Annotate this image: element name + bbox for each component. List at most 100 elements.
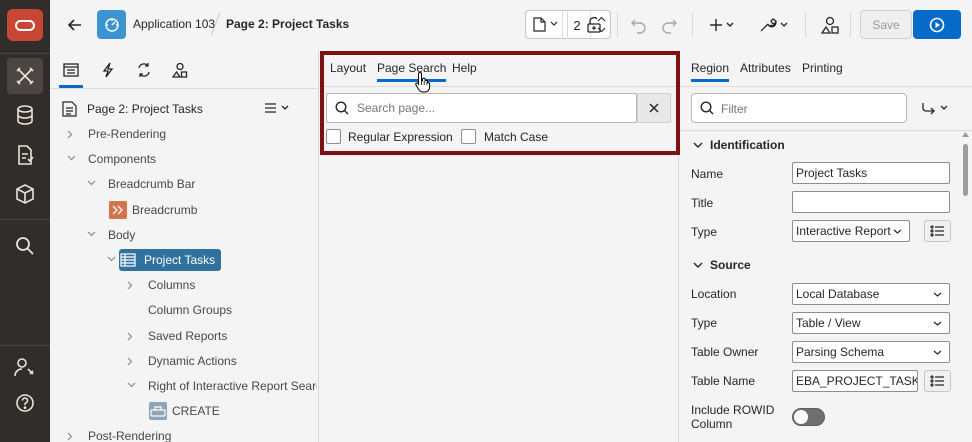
create-menu-button[interactable] (706, 10, 740, 39)
property-editor-pane: Region Attributes Printing Identificatio… (680, 50, 972, 442)
left-navigation-rail (0, 0, 50, 442)
scroll-up-arrow-icon[interactable] (962, 132, 969, 137)
tree-menu-button[interactable] (264, 102, 290, 114)
undo-icon[interactable] (627, 10, 651, 39)
tree-node-label: Saved Reports (148, 328, 228, 343)
title-field[interactable] (792, 191, 950, 213)
processing-tab-icon[interactable] (130, 59, 158, 81)
interactive-report-icon (119, 251, 137, 269)
property-scrollbar[interactable] (962, 130, 969, 442)
dynamic-actions-tab-icon[interactable] (94, 59, 122, 81)
search-icon[interactable] (7, 228, 43, 264)
rail-divider (0, 53, 50, 54)
tree-node-label: Columns (148, 278, 196, 293)
chevron-right-icon[interactable] (67, 130, 73, 139)
tab-layout[interactable]: Layout (330, 61, 366, 75)
central-pane: Layout Page Search Help Regular Expressi… (318, 50, 679, 442)
scrollbar-thumb[interactable] (963, 144, 968, 196)
oracle-logo[interactable] (7, 9, 43, 41)
shared-components-tab-icon[interactable] (166, 59, 194, 81)
type-label: Type (691, 225, 718, 239)
hand-cursor-icon (414, 71, 432, 93)
tab-page-search[interactable]: Page Search (377, 61, 447, 82)
property-filter-box (691, 93, 907, 123)
back-arrow-icon[interactable] (64, 14, 86, 36)
region-type-select[interactable]: Interactive Report (792, 220, 910, 242)
include-rowid-label: Include ROWID Column (691, 403, 775, 431)
property-filter-input[interactable] (721, 100, 901, 118)
chevron-down-icon[interactable] (107, 256, 116, 262)
tree-node-label: Right of Interactive Report Search B (148, 379, 317, 393)
table-name-field[interactable]: EBA_PROJECT_TASKS (792, 370, 918, 392)
chevron-down-icon[interactable] (87, 231, 96, 237)
page-icon (62, 101, 77, 117)
save-and-run-button[interactable] (913, 10, 961, 39)
breadcrumb-application[interactable]: Application 103 (133, 17, 215, 31)
source-type-label: Type (691, 316, 718, 330)
page-search-box (326, 93, 637, 123)
search-icon (700, 101, 714, 115)
source-type-value: Table / View (796, 316, 861, 330)
source-type-select[interactable]: Table / View (792, 312, 950, 334)
tree-node-label: Post-Rendering (88, 429, 172, 442)
gallery-icon[interactable] (7, 176, 43, 212)
tree-node-label: Pre-Rendering (88, 127, 167, 141)
tab-region[interactable]: Region (691, 61, 730, 82)
chevron-down-icon[interactable] (550, 21, 558, 26)
tree-node-label: CREATE (172, 404, 220, 419)
chevron-right-icon[interactable] (127, 332, 133, 341)
shared-components-icon[interactable] (818, 10, 842, 39)
location-label: Location (691, 287, 737, 301)
tab-attributes[interactable]: Attributes (740, 61, 791, 75)
chevron-right-icon[interactable] (127, 357, 133, 366)
rail-divider (0, 219, 50, 220)
button-icon (149, 402, 167, 421)
tab-printing[interactable]: Printing (802, 61, 843, 75)
tab-help[interactable]: Help (452, 61, 477, 75)
tree-node-label: Dynamic Actions (148, 353, 237, 368)
team-development-icon[interactable] (7, 137, 43, 173)
table-name-list-button[interactable] (924, 370, 951, 392)
redo-icon[interactable] (657, 10, 681, 39)
help-icon[interactable] (7, 385, 43, 421)
region-type-list-button[interactable] (924, 220, 951, 242)
sql-workshop-icon[interactable] (7, 97, 43, 133)
location-value: Local Database (796, 287, 880, 301)
tree-node-label: Breadcrumb Bar (108, 177, 196, 192)
location-select[interactable]: Local Database (792, 283, 950, 305)
utilities-wrench-icon[interactable] (756, 10, 792, 39)
match-case-checkbox[interactable] (461, 129, 476, 144)
include-rowid-toggle[interactable] (792, 408, 825, 426)
clear-search-button[interactable] (637, 93, 671, 123)
chevron-down-icon[interactable] (127, 382, 136, 388)
chevron-right-icon[interactable] (127, 281, 133, 290)
save-button[interactable]: Save (860, 10, 912, 39)
chevron-right-icon[interactable] (67, 432, 73, 441)
table-name-label: Table Name (691, 374, 756, 388)
tree-node-label: Body (108, 227, 136, 242)
go-to-group-button[interactable] (918, 97, 952, 119)
match-case-label[interactable]: Match Case (484, 130, 548, 144)
app-builder-icon[interactable] (7, 58, 43, 94)
chevron-down-icon[interactable] (87, 180, 96, 186)
rendering-tree-pane: Page 2: Project Tasks Pre-Rendering Compo… (50, 50, 317, 442)
table-owner-select[interactable]: Parsing Schema (792, 341, 950, 363)
breadcrumb-page-title: Page 2: Project Tasks (226, 17, 350, 31)
regular-expression-label[interactable]: Regular Expression (348, 130, 453, 144)
tree-node[interactable]: Right of Interactive Report Search B (127, 376, 317, 396)
chevron-down-icon[interactable] (67, 155, 76, 161)
regular-expression-checkbox[interactable] (326, 129, 341, 144)
name-field[interactable]: Project Tasks (792, 162, 950, 184)
table-owner-label: Table Owner (691, 345, 759, 359)
rendering-tab-icon[interactable] (57, 59, 85, 88)
tree-node-label: Column Groups (148, 303, 233, 318)
application-icon[interactable] (97, 10, 126, 39)
administration-icon[interactable] (7, 349, 43, 385)
lock-page-icon[interactable] (582, 10, 606, 39)
breadcrumb-region-icon (109, 200, 127, 219)
rail-divider (0, 345, 50, 346)
region-type-value: Interactive Report (796, 224, 891, 238)
page-designer-toolbar: Application 103 Page 2: Project Tasks 2 … (50, 0, 972, 50)
page-search-input[interactable] (357, 99, 627, 117)
title-label: Title (691, 196, 714, 210)
